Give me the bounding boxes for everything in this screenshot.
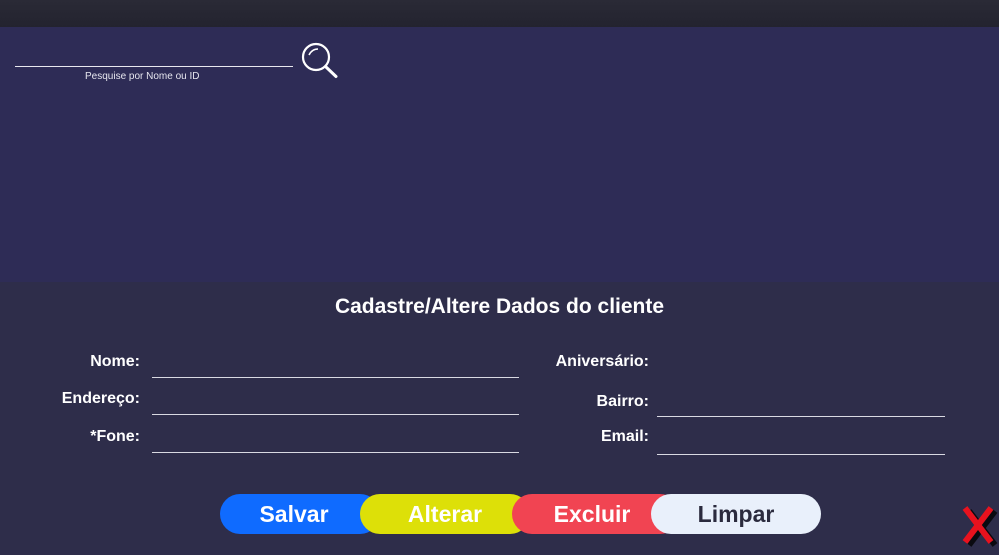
bairro-underline (657, 416, 945, 417)
email-field[interactable] (657, 431, 945, 453)
endereco-field[interactable] (152, 391, 519, 413)
search-icon[interactable] (300, 41, 340, 79)
search-underline (15, 66, 293, 67)
aniversario-field[interactable] (657, 354, 945, 376)
bairro-label: Bairro: (596, 393, 649, 410)
close-icon[interactable] (961, 505, 999, 547)
fone-underline (152, 452, 519, 453)
email-underline (657, 454, 945, 455)
fone-field[interactable] (152, 429, 519, 451)
form-title: Cadastre/Altere Dados do cliente (334, 295, 665, 318)
fone-label: *Fone: (90, 428, 140, 445)
search-hint: Pesquise por Nome ou ID (85, 71, 200, 82)
salvar-button[interactable]: Salvar (220, 494, 380, 534)
bairro-field[interactable] (657, 393, 945, 415)
nome-label: Nome: (90, 353, 140, 370)
email-label: Email: (600, 428, 649, 445)
title-bar (0, 0, 999, 27)
nome-underline (152, 377, 519, 378)
alterar-button[interactable]: Alterar (360, 494, 530, 534)
aniversario-label: Aniversário: (555, 353, 649, 370)
search-input[interactable] (15, 46, 293, 66)
endereco-underline (152, 414, 519, 415)
nome-field[interactable] (152, 354, 519, 376)
limpar-button[interactable]: Limpar (651, 494, 821, 534)
endereco-label: Endereço: (61, 390, 140, 407)
